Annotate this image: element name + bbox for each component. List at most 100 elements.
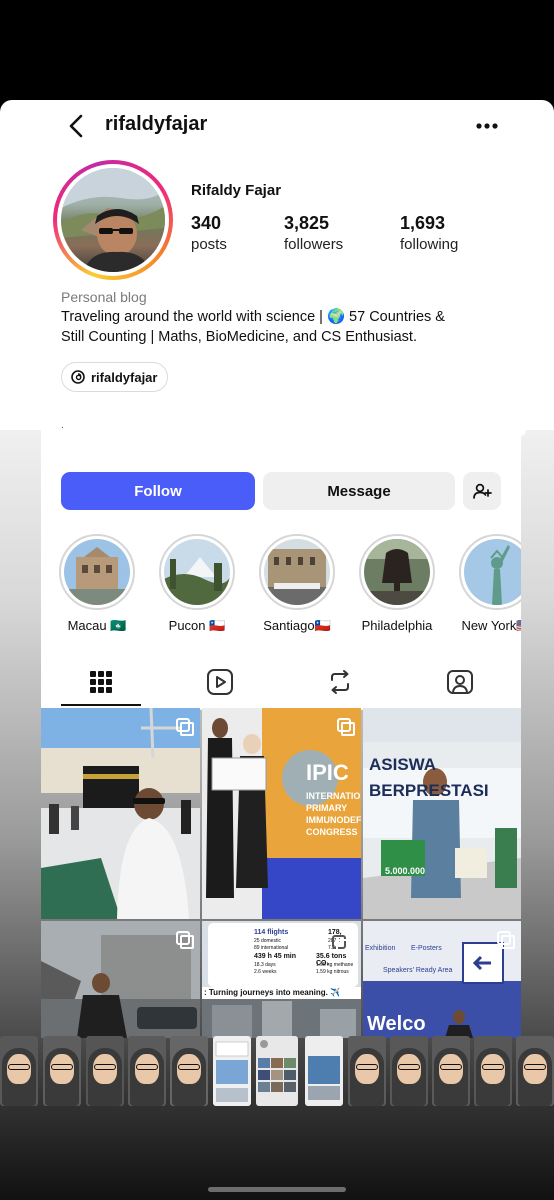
post-3-amount: 5.000.000 <box>385 866 426 876</box>
highlight-macau-label: Macau 🇲🇴 <box>67 618 127 633</box>
avatar-story-ring[interactable] <box>53 160 173 280</box>
more-dots-icon <box>476 123 498 129</box>
grid-post-3[interactable]: ASISWA BERPRESTASI NASIONAL TAHUN 2017 5… <box>363 708 521 919</box>
stat-following[interactable]: 1,693 following <box>400 213 458 253</box>
posts-grid: IPIC INTERNATIONAL PRIMARY IMMUNODEFICIE… <box>41 708 521 1038</box>
back-button[interactable] <box>63 112 91 140</box>
more-options-button[interactable] <box>471 114 503 138</box>
tab-reels[interactable] <box>180 656 260 708</box>
add-user-icon <box>473 483 492 499</box>
post-6-welcome: Welco <box>367 1013 426 1035</box>
post-2-subtitle: INTERNATIONAL PRIMARY IMMUNODEFICIENCIES… <box>306 791 361 837</box>
highlight-philadelphia-label: Philadelphia <box>361 618 433 633</box>
grid-post-2[interactable]: IPIC INTERNATIONAL PRIMARY IMMUNODEFICIE… <box>202 708 361 919</box>
multi-photo-icon <box>337 718 355 736</box>
highlight-new-york-image <box>464 539 521 605</box>
profile-tabs <box>41 656 521 710</box>
thumbnail-2[interactable] <box>43 1036 81 1106</box>
suggest-users-button[interactable] <box>463 472 501 510</box>
highlight-pucon-label: Pucon 🇨🇱 <box>168 618 226 633</box>
thumbnail-6[interactable] <box>213 1036 251 1106</box>
message-button[interactable]: Message <box>263 472 455 510</box>
stat-following-value: 1,693 <box>400 213 446 233</box>
post-5-time: 439 h 45 min <box>254 953 297 960</box>
highlight-pucon[interactable]: Pucon 🇨🇱 <box>157 534 237 634</box>
grid-post-4[interactable] <box>41 921 200 1038</box>
stat-posts-value: 340 <box>191 213 222 233</box>
active-tab-indicator <box>61 704 141 706</box>
stat-followers-value: 3,825 <box>284 213 330 233</box>
story-highlights: Macau 🇲🇴 Pucon 🇨🇱 Santiago🇨🇱 Philadelphi… <box>41 534 521 634</box>
thumbnail-5[interactable] <box>170 1036 208 1106</box>
screen-recording-thumbnail-strip <box>0 1036 554 1108</box>
highlight-philadelphia-image <box>364 539 430 605</box>
tab-posts-grid[interactable] <box>61 656 141 708</box>
bio-tiny-mark: . <box>61 420 64 431</box>
threads-link-chip[interactable]: rifaldyfajar <box>61 362 169 392</box>
avatar-photo <box>61 168 165 272</box>
grid-icon <box>90 671 112 693</box>
grid-post-6[interactable]: Exhibition E-Posters Speakers' Ready Are… <box>363 921 521 1038</box>
highlight-philadelphia[interactable]: Philadelphia <box>357 534 437 633</box>
profile-page: rifaldyfajar Rifaldy Fajar 340 posts 3,8… <box>41 100 521 710</box>
post-5-domestic: 25 domestic <box>254 938 281 944</box>
grid-post-5[interactable]: 114 flights 25 domestic 89 international… <box>202 921 361 1038</box>
post-3-image <box>363 708 521 919</box>
stat-followers[interactable]: 3,825 followers <box>284 213 343 253</box>
thumbnail-9[interactable] <box>348 1036 386 1106</box>
thumbnail-12[interactable] <box>474 1036 512 1106</box>
post-1-image <box>41 708 200 919</box>
home-indicator[interactable] <box>208 1187 346 1192</box>
thumbnail-8[interactable] <box>305 1036 343 1106</box>
phone-screen: rifaldyfajar Rifaldy Fajar 340 posts 3,8… <box>0 0 554 1200</box>
stat-posts[interactable]: 340 posts <box>191 213 227 253</box>
thumbnail-4[interactable] <box>128 1036 166 1106</box>
thumbnail-11[interactable] <box>432 1036 470 1106</box>
thumbnail-10[interactable] <box>390 1036 428 1106</box>
tagged-user-icon <box>447 670 473 694</box>
multi-photo-icon <box>176 931 194 949</box>
post-5-methane: 1.95 kg methane <box>316 962 354 968</box>
post-3-banner: ASISWA BERPRESTASI NASIONAL TAHUN 2017 <box>369 755 489 800</box>
post-5-days: 18.3 days <box>254 962 276 968</box>
post-5-nitrous: 1.59 kg nitrous <box>316 969 349 975</box>
post-5-caption: : Turning journeys into meaning. ✈️ <box>202 987 361 999</box>
highlight-santiago-image <box>264 539 330 605</box>
threads-icon <box>71 370 85 384</box>
profile-full-name: Rifaldy Fajar <box>191 182 282 199</box>
post-5-weeks: 2.6 weeks <box>254 969 277 975</box>
follow-button[interactable]: Follow <box>61 472 255 510</box>
chevron-left-icon <box>69 114 83 138</box>
highlight-santiago[interactable]: Santiago🇨🇱 <box>257 534 337 634</box>
stat-followers-label: followers <box>284 236 344 253</box>
thumbnail-7[interactable] <box>256 1036 298 1106</box>
top-bar: rifaldyfajar <box>41 100 521 150</box>
profile-bio: Traveling around the world with science … <box>61 307 511 347</box>
post-6-sign2: E-Posters <box>411 945 442 952</box>
profile-category: Personal blog <box>61 289 147 305</box>
post-2-banner: IPIC <box>306 760 349 785</box>
tab-reposts[interactable] <box>300 656 380 708</box>
profile-username: rifaldyfajar <box>105 113 208 135</box>
highlight-macau[interactable]: Macau 🇲🇴 <box>57 534 137 634</box>
highlight-new-york[interactable]: New York🇺🇸 <box>457 534 521 634</box>
tab-tagged[interactable] <box>420 656 500 708</box>
post-5-international: 89 international <box>254 945 289 951</box>
post-6-sign3: Speakers' Ready Area <box>383 967 453 974</box>
bio-line-2: Still Counting | Maths, BioMedicine, and… <box>61 329 417 345</box>
reels-icon <box>207 669 233 695</box>
highlight-macau-image <box>64 539 130 605</box>
thumbnail-1[interactable] <box>0 1036 38 1106</box>
highlight-new-york-label: New York🇺🇸 <box>461 618 521 633</box>
thumbnail-3[interactable] <box>86 1036 124 1106</box>
post-6-sign1: Exhibition <box>365 945 396 952</box>
grid-post-1[interactable] <box>41 708 200 919</box>
thumbnail-13[interactable] <box>516 1036 554 1106</box>
multi-photo-icon <box>176 718 194 736</box>
multi-photo-icon <box>497 931 515 949</box>
post-5-flights: 114 flights <box>254 929 289 936</box>
threads-handle: rifaldyfajar <box>91 369 158 385</box>
highlight-pucon-image <box>164 539 230 605</box>
stat-following-label: following <box>400 236 459 253</box>
highlight-santiago-label: Santiago🇨🇱 <box>263 618 331 633</box>
